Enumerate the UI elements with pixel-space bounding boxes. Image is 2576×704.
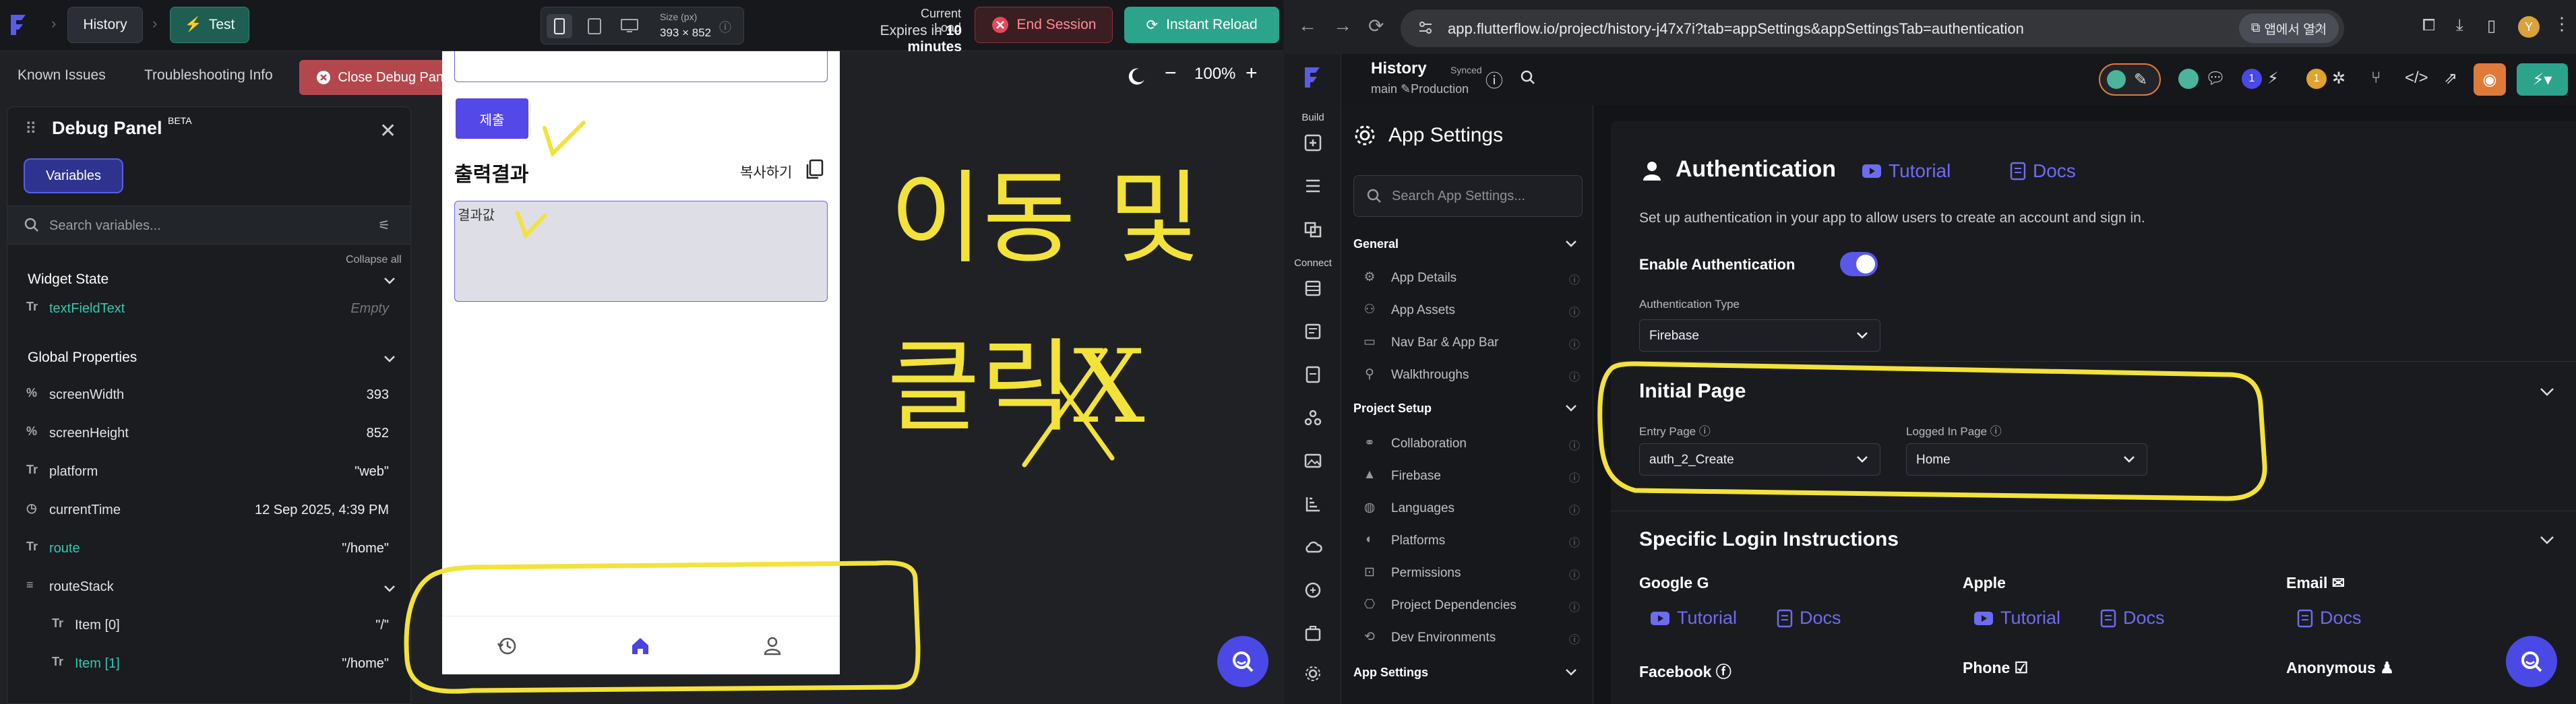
annotation-outline <box>1597 361 2267 501</box>
flutterflow-test-mode: › History › ⚡ Test Size (px) 393 × 852 ⓘ… <box>0 0 1283 704</box>
annotation-text-move: 이동 및 <box>890 160 1201 278</box>
annotation-text-click: 클릭X <box>887 329 1145 446</box>
browser-window: ← → ⟳ app.flutterflow.io/project/history… <box>1285 0 2576 704</box>
